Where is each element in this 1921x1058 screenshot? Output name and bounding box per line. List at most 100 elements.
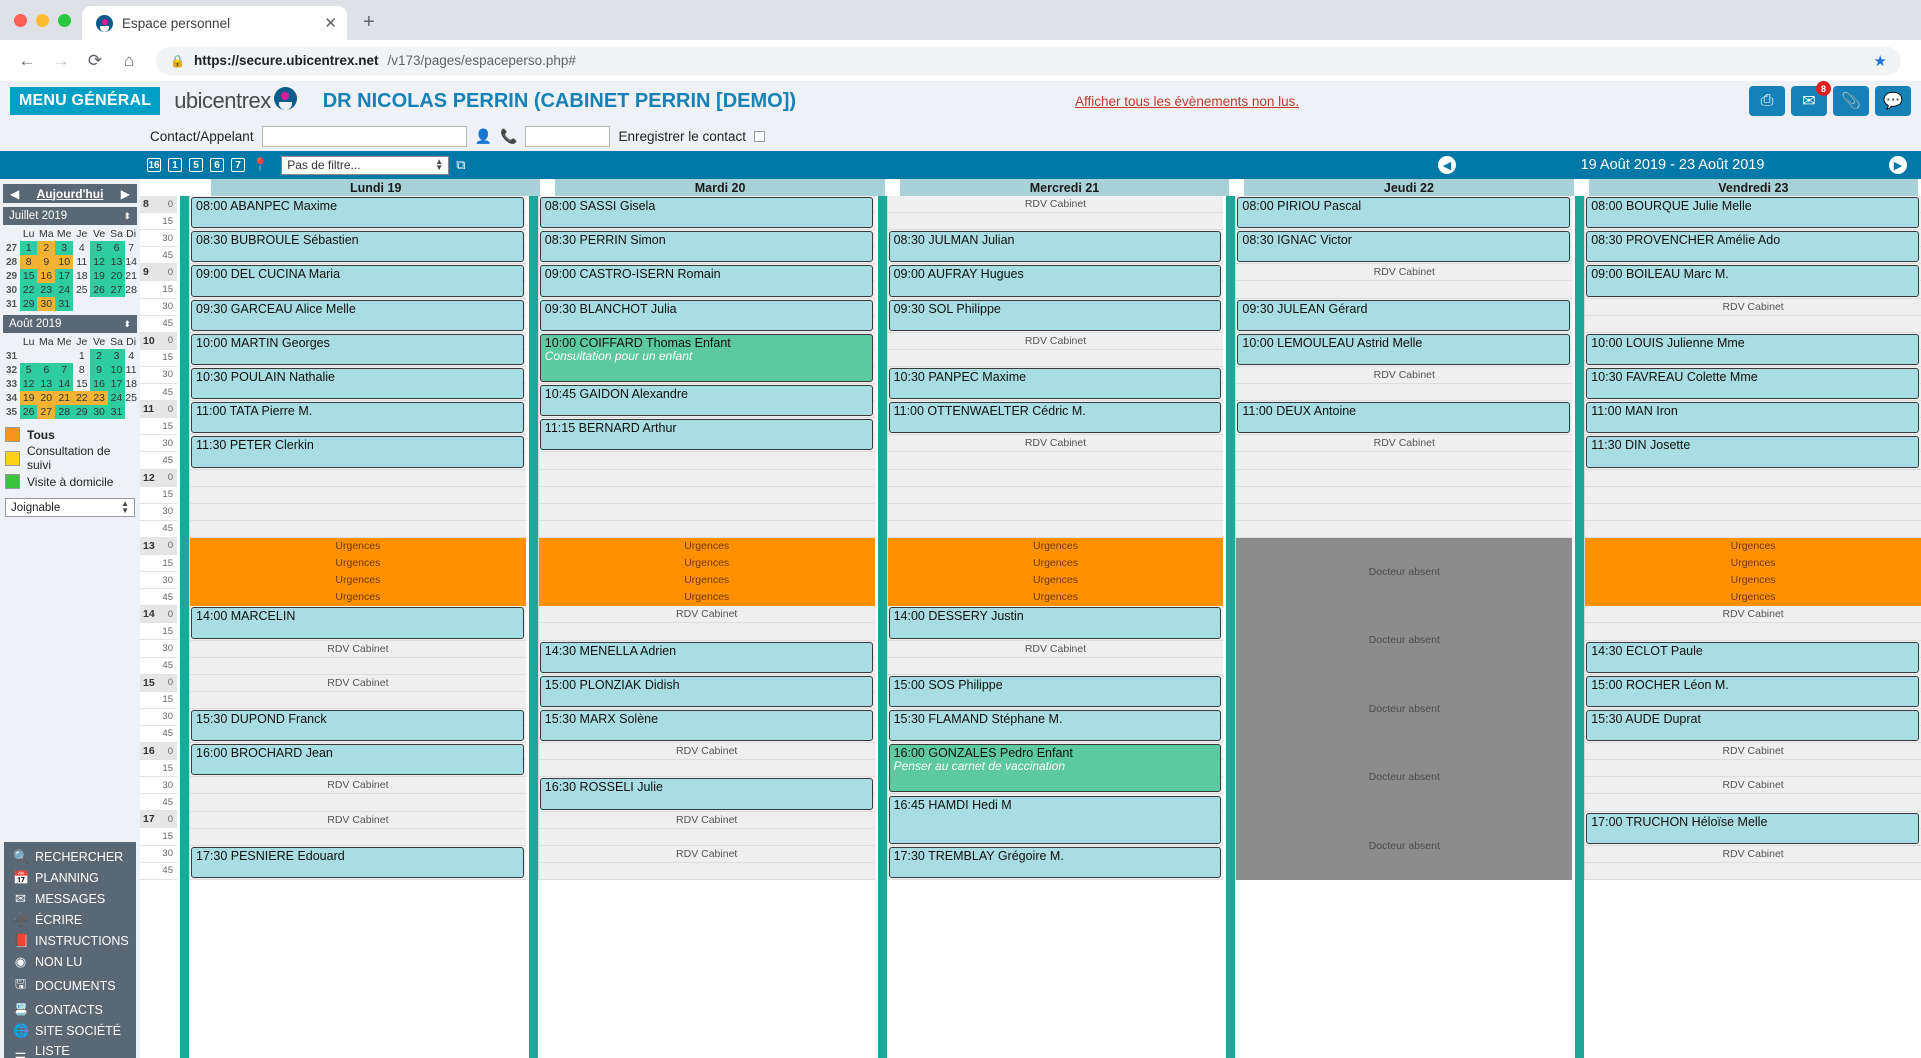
- rdv-cabinet-label[interactable]: RDV Cabinet: [1236, 369, 1572, 381]
- empty-slot[interactable]: [887, 487, 1224, 504]
- appointment-block[interactable]: 15:30 DUPOND Franck: [191, 710, 524, 742]
- day-header[interactable]: Vendredi 23: [1588, 179, 1919, 196]
- mail-icon[interactable]: ✉ 8: [1791, 81, 1831, 116]
- month-next-icon[interactable]: ⬍: [123, 211, 131, 222]
- url-omnibox[interactable]: 🔒 https://secure.ubicentrex.net/v173/pag…: [156, 46, 1901, 75]
- mini-calendar-day[interactable]: 19: [90, 269, 108, 283]
- appointment-block[interactable]: 08:00 BOURQUE Julie Melle: [1586, 197, 1919, 229]
- day-header[interactable]: Lundi 19: [211, 179, 541, 196]
- empty-slot[interactable]: [190, 487, 526, 504]
- rdv-cabinet-label[interactable]: RDV Cabinet: [539, 608, 875, 620]
- mini-calendar-day[interactable]: 31: [107, 405, 126, 419]
- appointment-block[interactable]: 11:00 MAN Iron: [1586, 402, 1919, 434]
- mini-calendar-day[interactable]: [108, 297, 126, 311]
- appointment-block[interactable]: 09:00 BOILEAU Marc M.: [1586, 265, 1919, 297]
- empty-slot[interactable]: [1585, 504, 1921, 521]
- mini-calendar-day[interactable]: 2: [37, 241, 56, 255]
- appointment-block[interactable]: 11:00 TATA Pierre M.: [191, 402, 524, 434]
- appointment-block[interactable]: 10:30 FAVREAU Colette Mme: [1586, 368, 1919, 400]
- empty-slot[interactable]: [1236, 470, 1573, 487]
- day-header[interactable]: Jeudi 22: [1244, 179, 1574, 196]
- appointment-block[interactable]: 11:30 DIN Josette: [1586, 436, 1919, 468]
- urgences-block[interactable]: Urgences Urgences Urgences Urgences: [190, 538, 526, 607]
- mini-calendar-day[interactable]: 22: [20, 283, 38, 297]
- home-button[interactable]: ⌂: [114, 46, 144, 76]
- new-tab-button[interactable]: +: [363, 12, 375, 40]
- sidebar-item-planning[interactable]: 📅 PLANNING: [4, 867, 136, 888]
- mini-calendar-day[interactable]: 27: [107, 283, 126, 297]
- sidebar-item-rechercher[interactable]: 🔍 RECHERCHER: [4, 846, 136, 867]
- empty-slot[interactable]: [1585, 487, 1921, 504]
- empty-slot[interactable]: [1236, 384, 1573, 402]
- location-pin-icon[interactable]: 📍: [252, 157, 268, 173]
- empty-slot[interactable]: [538, 521, 875, 538]
- appointment-block[interactable]: 09:30 JULEAN Gérard: [1237, 299, 1571, 331]
- mini-calendar-day[interactable]: 6: [107, 241, 126, 255]
- appointment-block[interactable]: 16:30 ROSSELI Julie: [539, 778, 873, 810]
- mini-calendar-day[interactable]: 4: [73, 241, 90, 255]
- view-5-days-button[interactable]: 5: [189, 158, 203, 172]
- appointment-block[interactable]: 14:00 MARCELIN: [191, 607, 524, 639]
- rdv-cabinet-label[interactable]: RDV Cabinet: [190, 814, 526, 826]
- rdv-cabinet-label[interactable]: RDV Cabinet: [1585, 848, 1921, 860]
- mini-calendar-day[interactable]: 2: [90, 349, 108, 363]
- appointment-block[interactable]: 11:00 OTTENWAELTER Cédric M.: [888, 402, 1222, 434]
- appointment-block[interactable]: 09:00 CASTRO-ISERN Romain: [539, 265, 873, 297]
- appointment-block[interactable]: 14:00 DESSERY Justin: [888, 607, 1222, 639]
- appointment-block[interactable]: 08:30 JULMAN Julian: [888, 231, 1222, 263]
- view-6-days-button[interactable]: 6: [210, 158, 224, 172]
- appointment-block[interactable]: 15:30 FLAMAND Stéphane M.: [888, 710, 1222, 742]
- day-slots[interactable]: 08:00 SASSI Gisela 08:30 PERRIN Simon 09:0…: [537, 196, 875, 880]
- mini-calendar-day[interactable]: 4: [125, 349, 137, 363]
- day-slots[interactable]: 08:00 ABANPEC Maxime 08:30 BUBROULE Sébas…: [189, 196, 526, 880]
- appointment-block[interactable]: 17:00 TRUCHON Héloïse Melle: [1586, 812, 1919, 844]
- day-header[interactable]: Mardi 20: [555, 179, 885, 196]
- mini-calendar-day[interactable]: 12: [20, 377, 38, 391]
- appointment-block[interactable]: 08:30 PERRIN Simon: [539, 231, 873, 263]
- mini-calendar-day[interactable]: 8: [73, 363, 90, 377]
- empty-slot[interactable]: [538, 504, 875, 521]
- mini-calendar-day[interactable]: 24: [107, 391, 126, 405]
- appointment-block[interactable]: 10:00 LOUIS Julienne Mme: [1586, 333, 1919, 365]
- appointment-block[interactable]: 08:30 BUBROULE Sébastien: [191, 231, 524, 263]
- mini-calendar-day[interactable]: 12: [90, 255, 108, 269]
- empty-slot[interactable]: [190, 470, 526, 487]
- empty-slot[interactable]: [190, 795, 526, 812]
- reload-button[interactable]: ⟳: [80, 46, 110, 76]
- empty-slot[interactable]: [538, 760, 875, 778]
- person-icon[interactable]: 👤: [475, 128, 492, 145]
- appointment-block[interactable]: 17:30 PESNIERE Edouard: [191, 846, 524, 878]
- mini-calendar-day[interactable]: 23: [90, 391, 108, 405]
- appointment-block[interactable]: 10:45 GAIDON Alexandre: [539, 385, 873, 417]
- mini-calendar-day[interactable]: 24: [55, 283, 74, 297]
- appointment-block[interactable]: 10:00 MARTIN Georges: [191, 333, 524, 365]
- doctor-absent-block[interactable]: Docteur absent Docteur absent Docteur abse…: [1236, 538, 1573, 880]
- rdv-cabinet-label[interactable]: RDV Cabinet: [1585, 745, 1921, 757]
- rdv-cabinet-label[interactable]: RDV Cabinet: [1585, 779, 1921, 791]
- today-bar[interactable]: ◀ Aujourd'hui ▶: [3, 184, 137, 203]
- empty-slot[interactable]: [887, 521, 1224, 538]
- rdv-cabinet-label[interactable]: RDV Cabinet: [190, 643, 526, 655]
- mini-calendar-day[interactable]: 13: [37, 377, 56, 391]
- appointment-block[interactable]: 09:30 BLANCHOT Julia: [539, 299, 873, 331]
- day-slots[interactable]: 08:00 BOURQUE Julie Melle 08:30 PROVENCHE…: [1584, 196, 1921, 880]
- mini-calendar-day[interactable]: 7: [125, 241, 137, 255]
- sidebar-item-contacts[interactable]: 📇 CONTACTS: [4, 999, 136, 1020]
- empty-slot[interactable]: [1585, 624, 1921, 641]
- print-icon[interactable]: ⎙: [1749, 86, 1785, 116]
- mini-calendar-day[interactable]: 11: [125, 363, 137, 377]
- urgences-block[interactable]: Urgences Urgences Urgences Urgences: [1585, 538, 1921, 607]
- day-slots[interactable]: 08:00 PIRIOU Pascal 08:30 IGNAC Victor RDV…: [1235, 196, 1573, 880]
- mini-calendar-day[interactable]: 5: [90, 241, 108, 255]
- mini-calendar-day[interactable]: 30: [37, 297, 56, 311]
- sidebar-item-messages[interactable]: ✉ MESSAGES: [4, 888, 136, 909]
- empty-slot[interactable]: [1236, 487, 1573, 504]
- mini-calendar-day[interactable]: [55, 349, 73, 363]
- appointment-block[interactable]: 15:00 PLONZIAK Didish: [539, 675, 873, 707]
- appointment-block[interactable]: 11:30 PETER Clerkin: [191, 436, 524, 468]
- empty-slot[interactable]: [887, 658, 1224, 675]
- empty-slot[interactable]: [1236, 504, 1573, 521]
- mini-calendar-day[interactable]: 17: [107, 377, 126, 391]
- empty-slot[interactable]: [887, 453, 1224, 470]
- sidebar-item-liste-d-attente[interactable]: ☰ LISTE D'ATTENTE: [4, 1041, 136, 1058]
